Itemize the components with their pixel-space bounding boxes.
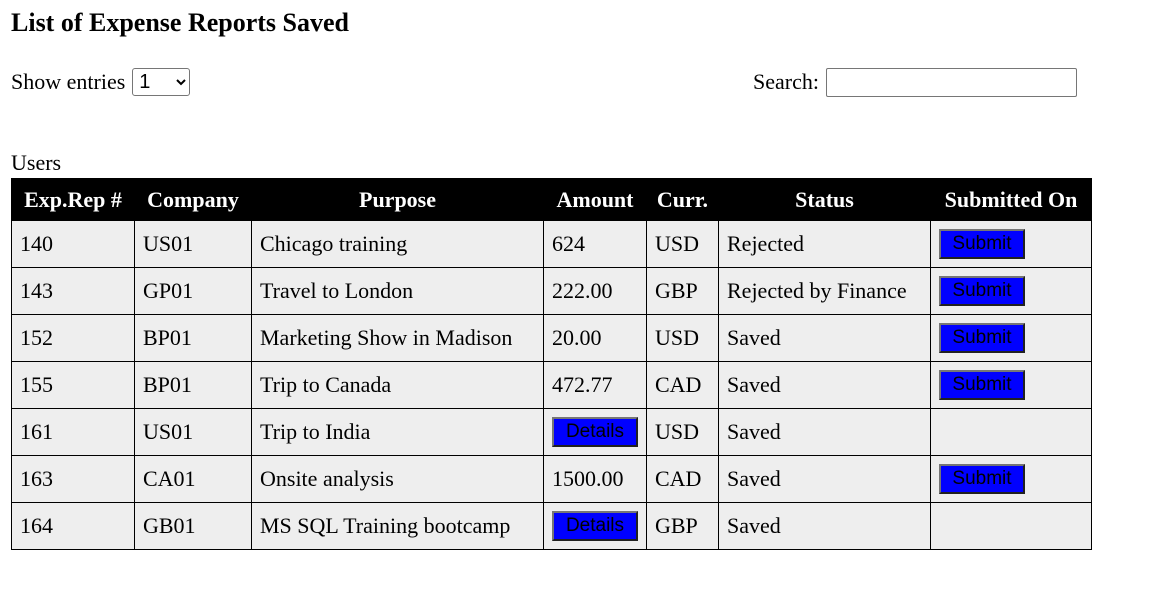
cell-submitted: Submit: [930, 314, 1092, 362]
cell-amount: 222.00: [543, 267, 647, 315]
cell-status: Saved: [718, 361, 931, 409]
show-entries-select[interactable]: 1: [132, 68, 191, 96]
cell-purpose: MS SQL Training bootcamp: [251, 502, 544, 550]
header-amount[interactable]: Amount: [543, 178, 647, 221]
cell-submitted: [930, 502, 1092, 550]
show-entries-control: Show entries 1: [11, 67, 191, 97]
cell-company: BP01: [134, 314, 252, 362]
cell-id: 161: [11, 408, 135, 456]
cell-purpose: Travel to London: [251, 267, 544, 315]
table-row: 161 US01 Trip to India Details USD Saved: [11, 408, 1092, 456]
show-entries-label: Show entries: [11, 69, 126, 94]
cell-company: CA01: [134, 455, 252, 503]
header-submitted-on[interactable]: Submitted On: [930, 178, 1092, 221]
cell-status: Saved: [718, 314, 931, 362]
cell-purpose: Marketing Show in Madison: [251, 314, 544, 362]
header-company[interactable]: Company: [134, 178, 252, 221]
cell-currency: USD: [646, 220, 719, 268]
table-row: 152 BP01 Marketing Show in Madison 20.00…: [11, 314, 1092, 362]
table-row: 140 US01 Chicago training 624 USD Reject…: [11, 220, 1092, 268]
details-button[interactable]: Details: [552, 417, 638, 447]
page: List of Expense Reports Saved Show entri…: [0, 0, 1151, 603]
cell-submitted: [930, 408, 1092, 456]
table-header-row: Exp.Rep # Company Purpose Amount Curr. S…: [11, 178, 1092, 221]
expense-reports-table: Exp.Rep # Company Purpose Amount Curr. S…: [11, 178, 1092, 550]
cell-amount: Details: [543, 408, 647, 456]
cell-id: 164: [11, 502, 135, 550]
cell-company: US01: [134, 408, 252, 456]
cell-status: Saved: [718, 408, 931, 456]
cell-amount: 1500.00: [543, 455, 647, 503]
search-label: Search:: [753, 69, 819, 94]
cell-currency: CAD: [646, 455, 719, 503]
submit-button[interactable]: Submit: [939, 323, 1025, 353]
cell-submitted: Submit: [930, 455, 1092, 503]
cell-status: Saved: [718, 502, 931, 550]
page-title: List of Expense Reports Saved: [11, 8, 350, 37]
header-currency[interactable]: Curr.: [646, 178, 719, 221]
table-row: 163 CA01 Onsite analysis 1500.00 CAD Sav…: [11, 455, 1092, 503]
cell-purpose: Trip to India: [251, 408, 544, 456]
cell-id: 152: [11, 314, 135, 362]
header-purpose[interactable]: Purpose: [251, 178, 544, 221]
table-row: 143 GP01 Travel to London 222.00 GBP Rej…: [11, 267, 1092, 315]
cell-purpose: Chicago training: [251, 220, 544, 268]
submit-button[interactable]: Submit: [939, 464, 1025, 494]
cell-id: 163: [11, 455, 135, 503]
cell-currency: USD: [646, 408, 719, 456]
cell-amount: 472.77: [543, 361, 647, 409]
cell-currency: USD: [646, 314, 719, 362]
cell-company: US01: [134, 220, 252, 268]
submit-button[interactable]: Submit: [939, 276, 1025, 306]
cell-company: GP01: [134, 267, 252, 315]
cell-id: 155: [11, 361, 135, 409]
table-row: 155 BP01 Trip to Canada 472.77 CAD Saved…: [11, 361, 1092, 409]
cell-submitted: Submit: [930, 220, 1092, 268]
cell-amount: 624: [543, 220, 647, 268]
table-caption: Users: [11, 150, 62, 175]
header-status[interactable]: Status: [718, 178, 931, 221]
cell-amount: Details: [543, 502, 647, 550]
cell-company: BP01: [134, 361, 252, 409]
cell-amount: 20.00: [543, 314, 647, 362]
cell-id: 140: [11, 220, 135, 268]
table-row: 164 GB01 MS SQL Training bootcamp Detail…: [11, 502, 1092, 550]
details-button[interactable]: Details: [552, 511, 638, 541]
cell-currency: CAD: [646, 361, 719, 409]
cell-status: Saved: [718, 455, 931, 503]
cell-submitted: Submit: [930, 267, 1092, 315]
cell-purpose: Onsite analysis: [251, 455, 544, 503]
header-exp-rep[interactable]: Exp.Rep #: [11, 178, 135, 221]
cell-currency: GBP: [646, 502, 719, 550]
cell-status: Rejected: [718, 220, 931, 268]
search-input[interactable]: [825, 67, 1077, 97]
cell-purpose: Trip to Canada: [251, 361, 544, 409]
cell-submitted: Submit: [930, 361, 1092, 409]
cell-id: 143: [11, 267, 135, 315]
submit-button[interactable]: Submit: [939, 229, 1025, 259]
cell-currency: GBP: [646, 267, 719, 315]
cell-company: GB01: [134, 502, 252, 550]
search-control: Search:: [753, 67, 1077, 97]
cell-status: Rejected by Finance: [718, 267, 931, 315]
submit-button[interactable]: Submit: [939, 370, 1025, 400]
